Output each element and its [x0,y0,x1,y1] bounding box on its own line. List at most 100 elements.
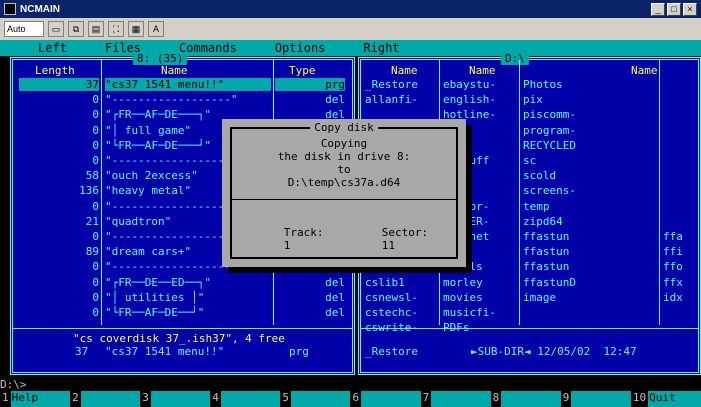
file-entry[interactable]: Photos [523,78,563,91]
fkey-7[interactable]: 7 [420,391,491,407]
fkey-label [431,391,491,407]
file-entry[interactable]: allanfi- [365,93,418,106]
command-prompt[interactable]: D:\> [0,378,27,391]
file-entry[interactable]: pix [523,93,543,106]
fkey-label: Quit [648,391,701,407]
fkey-label [150,391,211,407]
file-entry[interactable]: ebaystu- [443,78,496,91]
row-name[interactable]: "│ utilities │" [105,291,271,304]
file-entry[interactable]: cslib1 [365,276,405,289]
file-entry[interactable]: csnewsl- [365,291,418,304]
file-entry[interactable]: sc [523,154,536,167]
header-type[interactable]: Type [289,64,316,77]
file-entry[interactable]: zipd64 [523,215,563,228]
row-name[interactable]: "------------------" [105,93,271,106]
font-select[interactable]: Auto [4,21,44,37]
row-length[interactable]: 58 [19,169,99,182]
file-entry[interactable]: RECYCLED [523,139,576,152]
mark-icon[interactable]: ▭ [48,21,64,37]
menu-left[interactable]: Left [0,41,67,55]
fkey-label [361,391,421,407]
font-button[interactable]: A [148,21,164,37]
row-name[interactable]: "cs37 1541 menu!!" [105,78,271,91]
header-name-1[interactable]: Name [391,64,418,77]
fkey-10[interactable]: 10 Quit [630,391,701,407]
file-entry[interactable]: movies [443,291,483,304]
maximize-icon[interactable]: □ [667,2,681,16]
row-length[interactable]: 0 [19,260,99,273]
file-entry[interactable]: image [523,291,556,304]
row-length[interactable]: 37 [19,78,99,91]
row-type[interactable]: del [275,291,345,304]
file-entry[interactable]: scold [523,169,556,182]
file-entry[interactable]: piscomm- [523,108,576,121]
header-name-2[interactable]: Name [469,64,496,77]
menu-files[interactable]: Files [67,41,141,55]
paste-icon[interactable]: ▤ [88,21,104,37]
file-entry[interactable]: ffastun [523,245,569,258]
file-entry[interactable]: cstechc- [365,306,418,319]
file-entry[interactable]: morley [443,276,483,289]
file-entry[interactable]: ffa [663,230,683,243]
row-length[interactable]: 0 [19,93,99,106]
file-entry[interactable]: ffastun [523,230,569,243]
fkey-3[interactable]: 3 [140,391,211,407]
row-length[interactable]: 0 [19,291,99,304]
fkey-number: 1 [0,391,11,407]
file-entry[interactable]: english- [443,93,496,106]
file-entry[interactable]: ffx [663,276,683,289]
file-entry[interactable]: ffo [663,260,683,273]
row-length[interactable]: 0 [19,139,99,152]
file-entry[interactable]: program- [523,124,576,137]
header-length[interactable]: Length [35,64,75,77]
fkey-5[interactable]: 5 [280,391,351,407]
row-length[interactable]: 136 [19,184,99,197]
fkey-label [80,391,141,407]
file-entry[interactable]: screens- [523,184,576,197]
fkey-4[interactable]: 4 [210,391,281,407]
fullscreen-icon[interactable]: ⛶ [108,21,124,37]
file-entry[interactable]: _Restore [365,78,418,91]
fkey-number: 5 [280,391,291,407]
window-toolbar: Auto ▭ ⧉ ▤ ⛶ ▦ A [0,18,701,40]
fkey-1[interactable]: 1 Help [0,391,71,407]
row-length[interactable]: 0 [19,108,99,121]
fkey-number: 9 [560,391,572,407]
row-name[interactable]: "┌FR──DE──ED──┐" [105,276,271,289]
menu-right[interactable]: Right [325,41,399,55]
properties-icon[interactable]: ▦ [128,21,144,37]
row-type[interactable]: del [275,93,345,106]
file-entry[interactable]: ffastunD [523,276,576,289]
header-name-3[interactable]: Name [631,64,658,77]
row-length[interactable]: 0 [19,276,99,289]
row-length[interactable]: 0 [19,200,99,213]
close-icon[interactable]: × [683,2,697,16]
row-type[interactable]: del [275,306,345,319]
file-entry[interactable]: ffastun [523,260,569,273]
fkey-6[interactable]: 6 [350,391,421,407]
row-length[interactable]: 89 [19,245,99,258]
row-type[interactable]: prg [275,78,345,91]
file-entry[interactable]: idx [663,291,683,304]
footer-type: prg [289,345,309,358]
row-length[interactable]: 0 [19,154,99,167]
row-length[interactable]: 0 [19,230,99,243]
header-name[interactable]: Name [161,64,188,77]
file-entry[interactable]: musicfi- [443,306,496,319]
row-length[interactable]: 0 [19,124,99,137]
fkey-8[interactable]: 8 [490,391,561,407]
dialog-frame: Copy disk Copying the disk in drive 8: t… [230,121,458,259]
file-entry[interactable]: temp [523,200,550,213]
fkey-9[interactable]: 9 [560,391,631,407]
row-length[interactable]: 21 [19,215,99,228]
menu-options[interactable]: Options [237,41,326,55]
row-length[interactable]: 0 [19,306,99,319]
sector-value: 11 [381,239,395,252]
row-type[interactable]: del [275,276,345,289]
file-entry[interactable]: ffi [663,245,683,258]
row-name[interactable]: "└FR──AF─DE──┘" [105,306,271,319]
dialog-line-3: to [337,163,351,176]
fkey-2[interactable]: 2 [70,391,141,407]
minimize-icon[interactable]: _ [651,2,665,16]
copy-icon[interactable]: ⧉ [68,21,84,37]
